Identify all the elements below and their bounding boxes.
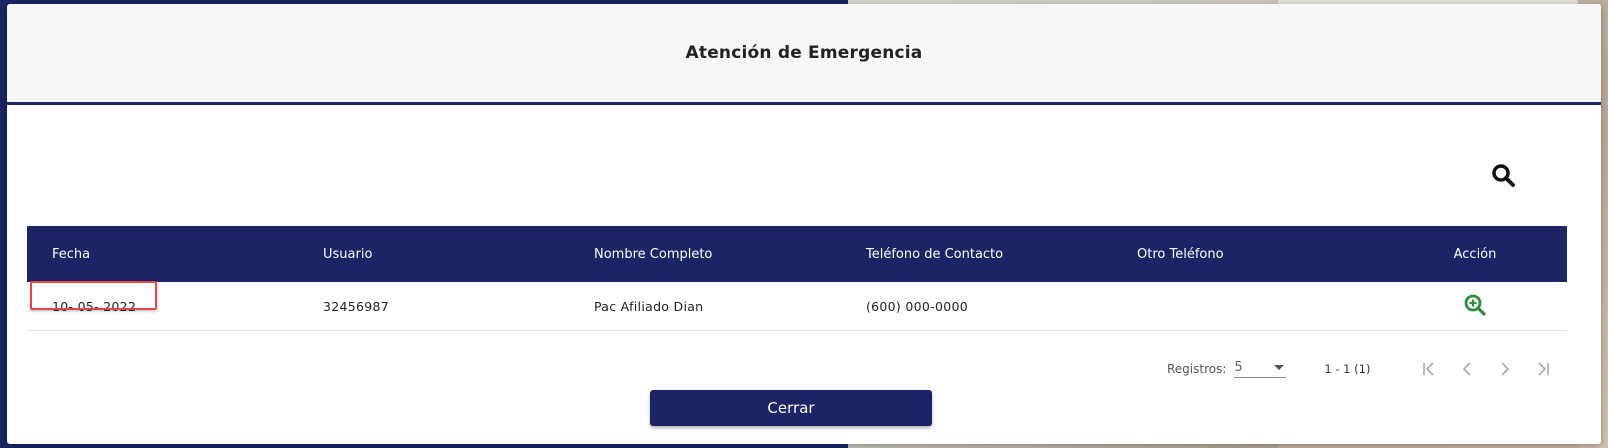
page-size-label: Registros:	[1167, 362, 1227, 376]
close-button[interactable]: Cerrar	[650, 390, 932, 426]
cell-usuario: 32456987	[323, 298, 390, 314]
column-header-fecha[interactable]: Fecha	[27, 247, 298, 262]
next-page-icon[interactable]	[1486, 354, 1524, 384]
search-icon[interactable]	[1490, 162, 1518, 190]
page-range: 1 - 1 (1)	[1324, 362, 1371, 376]
last-page-icon[interactable]	[1524, 354, 1562, 384]
dialog-title: Atención de Emergencia	[685, 43, 923, 63]
column-header-otro-telefono[interactable]: Otro Teléfono	[1112, 247, 1383, 262]
first-page-icon[interactable]	[1410, 354, 1448, 384]
dialog-header: Atención de Emergencia	[7, 4, 1601, 105]
emergency-dialog: Atención de Emergencia Fecha Usuario Nom…	[7, 4, 1601, 444]
cell-telefono: (600) 000-0000	[866, 298, 968, 314]
page-size-select[interactable]: 5	[1234, 360, 1287, 378]
prev-page-icon[interactable]	[1448, 354, 1486, 384]
table-row: 10- 05- 2022 32456987 Pac Afiliado Dian …	[27, 281, 1567, 331]
paginator: Registros: 5 1 - 1 (1)	[1167, 354, 1562, 384]
cell-accion	[1383, 293, 1567, 320]
table-header: Fecha Usuario Nombre Completo Teléfono d…	[27, 226, 1567, 282]
zoom-in-icon[interactable]	[1463, 293, 1487, 317]
column-header-telefono[interactable]: Teléfono de Contacto	[841, 247, 1112, 262]
caret-down-icon	[1274, 365, 1285, 370]
emergency-table: Fecha Usuario Nombre Completo Teléfono d…	[27, 226, 1567, 331]
highlight-box	[30, 281, 157, 310]
page-size-value: 5	[1234, 360, 1243, 375]
column-header-usuario[interactable]: Usuario	[298, 247, 569, 262]
cell-nombre: Pac Afiliado Dian	[594, 298, 704, 314]
column-header-nombre[interactable]: Nombre Completo	[569, 247, 841, 262]
column-header-accion: Acción	[1453, 246, 1497, 262]
